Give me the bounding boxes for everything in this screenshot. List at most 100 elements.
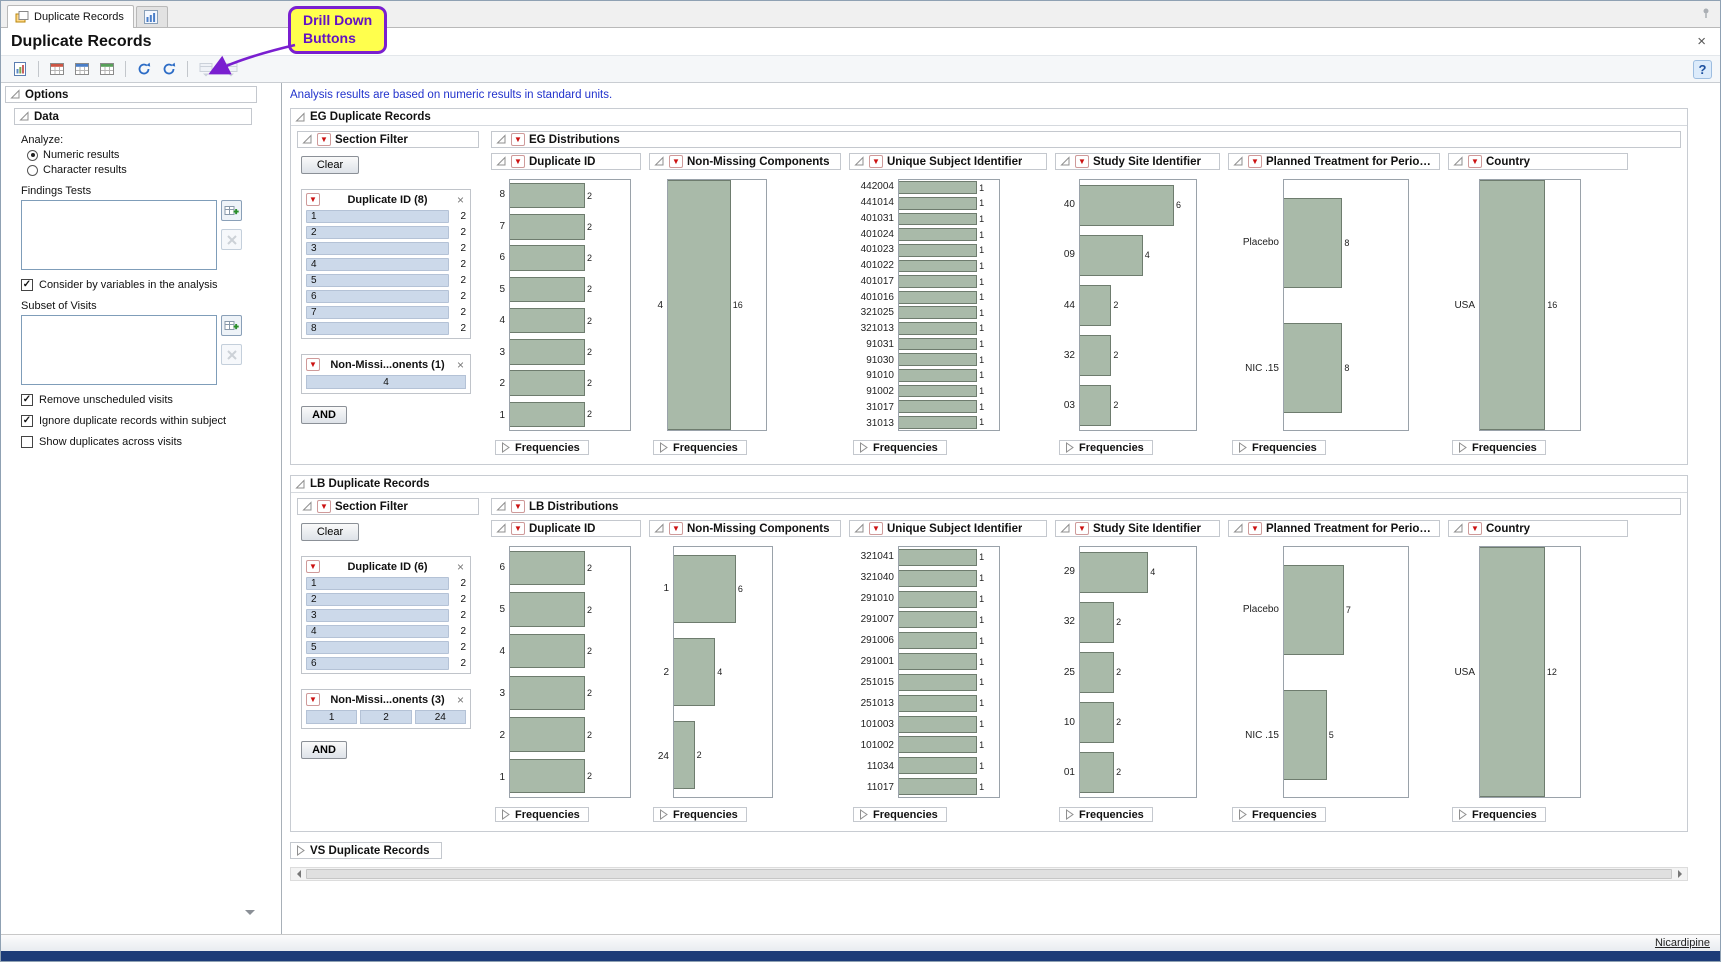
- filter-value-bar[interactable]: 5: [306, 641, 449, 654]
- data-group-header[interactable]: Data: [14, 108, 252, 125]
- histogram-bar[interactable]: [899, 632, 977, 649]
- remove-findings-test-button[interactable]: [221, 229, 242, 250]
- histogram-bar[interactable]: [1080, 285, 1111, 326]
- disclosure-open-icon[interactable]: [1060, 523, 1071, 534]
- disclosure-closed-icon[interactable]: [1457, 442, 1468, 453]
- close-icon[interactable]: ×: [455, 694, 466, 706]
- filter-value-bar[interactable]: 5: [306, 274, 449, 287]
- data-table-red-icon[interactable]: [46, 58, 68, 80]
- filter-row[interactable]: 72: [304, 304, 468, 320]
- disclosure-closed-icon[interactable]: [1064, 809, 1075, 820]
- filter-row[interactable]: 22: [304, 591, 468, 607]
- chart-header[interactable]: ▼Study Site Identifier: [1055, 153, 1220, 170]
- histogram-bar[interactable]: [1080, 752, 1114, 793]
- radio-option[interactable]: Character results: [27, 164, 253, 176]
- disclosure-closed-icon[interactable]: [1064, 442, 1075, 453]
- report-icon[interactable]: [9, 58, 31, 80]
- close-icon[interactable]: ×: [455, 561, 466, 573]
- chart-header[interactable]: ▼Duplicate ID: [491, 520, 641, 537]
- horizontal-scrollbar[interactable]: [290, 867, 1688, 881]
- chart-header[interactable]: ▼Unique Subject Identifier: [849, 153, 1047, 170]
- histogram-bar[interactable]: [1080, 702, 1114, 743]
- section-filter-header[interactable]: ▼Section Filter: [297, 131, 479, 148]
- relaunch-icon[interactable]: [158, 58, 180, 80]
- chart-header[interactable]: ▼Planned Treatment for Period 01: [1228, 153, 1440, 170]
- filter-value-bar[interactable]: 3: [306, 242, 449, 255]
- radio-icon[interactable]: [27, 150, 38, 161]
- filter-row[interactable]: 52: [304, 272, 468, 288]
- filter-row[interactable]: 22: [304, 224, 468, 240]
- histogram-bar[interactable]: [899, 549, 977, 566]
- histogram-bar[interactable]: [510, 759, 585, 793]
- checkbox-row[interactable]: ✓Remove unscheduled visits: [21, 394, 253, 406]
- status-study-link[interactable]: Nicardipine: [1655, 937, 1710, 949]
- pin-icon[interactable]: [1700, 7, 1712, 22]
- disclosure-open-icon[interactable]: [654, 156, 665, 167]
- red-triangle-menu-icon[interactable]: ▼: [1075, 522, 1089, 535]
- disclosure-open-icon[interactable]: [854, 156, 865, 167]
- disclosure-open-icon[interactable]: [1233, 523, 1244, 534]
- histogram-bar[interactable]: [899, 591, 977, 608]
- frequencies-header[interactable]: Frequencies: [853, 440, 947, 455]
- frequencies-header[interactable]: Frequencies: [1452, 440, 1546, 455]
- chart-header[interactable]: ▼Study Site Identifier: [1055, 520, 1220, 537]
- disclosure-open-icon[interactable]: [854, 523, 865, 534]
- histogram-bar[interactable]: [899, 385, 977, 398]
- frequencies-header[interactable]: Frequencies: [653, 440, 747, 455]
- close-icon[interactable]: ×: [455, 359, 466, 371]
- histogram-bar[interactable]: [1080, 602, 1114, 643]
- distributions-header[interactable]: ▼LB Distributions: [491, 498, 1681, 515]
- red-triangle-menu-icon[interactable]: ▼: [1248, 522, 1262, 535]
- disclosure-closed-icon[interactable]: [658, 809, 669, 820]
- histogram-bar[interactable]: [1080, 235, 1143, 276]
- filter-value-bar[interactable]: 7: [306, 306, 449, 319]
- histogram-bar[interactable]: [899, 275, 977, 288]
- histogram-bar[interactable]: [674, 638, 715, 706]
- subset-of-visits-listbox[interactable]: [21, 315, 217, 385]
- histogram-bar[interactable]: [899, 570, 977, 587]
- histogram-bar[interactable]: [1480, 547, 1545, 797]
- frequencies-header[interactable]: Frequencies: [1059, 807, 1153, 822]
- filter-segment[interactable]: 4: [306, 375, 466, 389]
- checkbox-row[interactable]: ✓Ignore duplicate records within subject: [21, 415, 253, 427]
- histogram-bar[interactable]: [899, 611, 977, 628]
- histogram-bar[interactable]: [510, 592, 585, 626]
- filter-segment[interactable]: 24: [415, 710, 466, 724]
- frequencies-header[interactable]: Frequencies: [1059, 440, 1153, 455]
- frequencies-header[interactable]: Frequencies: [853, 807, 947, 822]
- filter-row[interactable]: 62: [304, 655, 468, 671]
- filter-value-bar[interactable]: 3: [306, 609, 449, 622]
- disclosure-open-icon[interactable]: [1233, 156, 1244, 167]
- histogram-bar[interactable]: [1080, 185, 1174, 226]
- histogram-bar[interactable]: [510, 717, 585, 751]
- histogram-bar[interactable]: [899, 674, 977, 691]
- red-triangle-menu-icon[interactable]: ▼: [669, 522, 683, 535]
- histogram-bar[interactable]: [510, 370, 585, 396]
- red-triangle-menu-icon[interactable]: ▼: [306, 358, 320, 371]
- histogram-bar[interactable]: [899, 716, 977, 733]
- filter-row[interactable]: 32: [304, 240, 468, 256]
- drill-down-right-icon[interactable]: [220, 58, 242, 80]
- scrollbar-thumb[interactable]: [306, 869, 1672, 879]
- histogram-bar[interactable]: [899, 757, 977, 774]
- tab-duplicate-records[interactable]: Duplicate Records: [7, 5, 134, 28]
- histogram-bar[interactable]: [899, 306, 977, 319]
- chart-header[interactable]: ▼Planned Treatment for Period 01: [1228, 520, 1440, 537]
- section-header[interactable]: LB Duplicate Records: [291, 476, 1687, 493]
- histogram-bar[interactable]: [510, 245, 585, 271]
- histogram-bar[interactable]: [1080, 335, 1111, 376]
- histogram-bar[interactable]: [674, 555, 736, 623]
- disclosure-open-icon[interactable]: [496, 134, 507, 145]
- disclosure-open-icon[interactable]: [496, 523, 507, 534]
- histogram-bar[interactable]: [510, 277, 585, 303]
- red-triangle-menu-icon[interactable]: ▼: [511, 133, 525, 146]
- disclosure-closed-icon[interactable]: [858, 809, 869, 820]
- rerun-icon[interactable]: [133, 58, 155, 80]
- disclosure-closed-icon[interactable]: [1237, 809, 1248, 820]
- histogram-bar[interactable]: [510, 214, 585, 240]
- histogram-bar[interactable]: [899, 260, 977, 273]
- filter-value-bar[interactable]: 2: [306, 593, 449, 606]
- add-findings-test-button[interactable]: [221, 200, 242, 221]
- disclosure-closed-icon[interactable]: [858, 442, 869, 453]
- data-table-green-icon[interactable]: [96, 58, 118, 80]
